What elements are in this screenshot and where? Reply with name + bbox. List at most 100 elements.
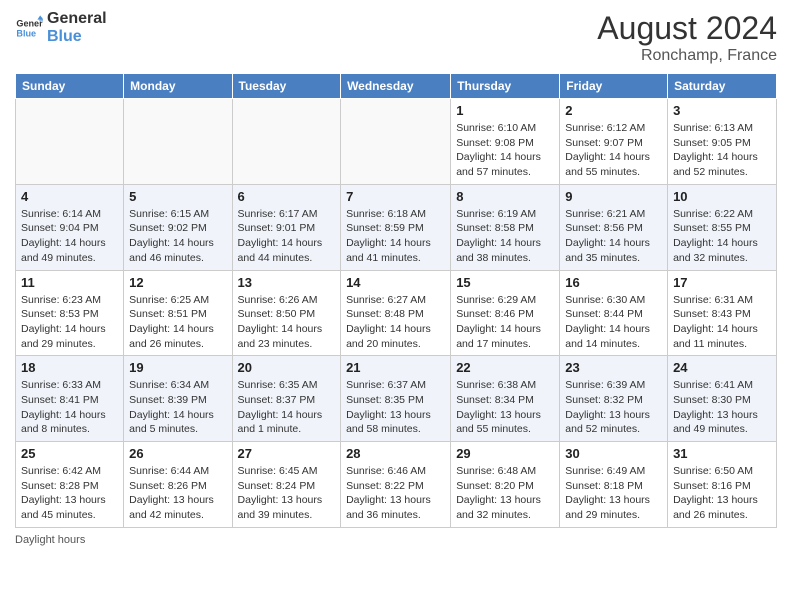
- day-info: Sunrise: 6:41 AMSunset: 8:30 PMDaylight:…: [673, 378, 771, 437]
- calendar-cell: 31 Sunrise: 6:50 AMSunset: 8:16 PMDayligh…: [668, 442, 777, 528]
- calendar-table: SundayMondayTuesdayWednesdayThursdayFrid…: [15, 73, 777, 528]
- calendar-cell: 1 Sunrise: 6:10 AMSunset: 9:08 PMDaylight…: [451, 99, 560, 185]
- day-number: 1: [456, 103, 554, 118]
- svg-text:General: General: [16, 18, 43, 28]
- logo-icon: General Blue: [15, 14, 43, 42]
- day-info: Sunrise: 6:13 AMSunset: 9:05 PMDaylight:…: [673, 121, 771, 180]
- calendar-cell: 21 Sunrise: 6:37 AMSunset: 8:35 PMDayligh…: [341, 356, 451, 442]
- day-info: Sunrise: 6:39 AMSunset: 8:32 PMDaylight:…: [565, 378, 662, 437]
- calendar-cell: 9 Sunrise: 6:21 AMSunset: 8:56 PMDaylight…: [560, 184, 668, 270]
- calendar-cell: 6 Sunrise: 6:17 AMSunset: 9:01 PMDaylight…: [232, 184, 341, 270]
- calendar-cell: [124, 99, 232, 185]
- day-number: 11: [21, 275, 118, 290]
- day-number: 20: [238, 360, 336, 375]
- calendar-cell: 18 Sunrise: 6:33 AMSunset: 8:41 PMDayligh…: [16, 356, 124, 442]
- calendar-week-row: 11 Sunrise: 6:23 AMSunset: 8:53 PMDayligh…: [16, 270, 777, 356]
- day-info: Sunrise: 6:42 AMSunset: 8:28 PMDaylight:…: [21, 464, 118, 523]
- day-number: 13: [238, 275, 336, 290]
- day-info: Sunrise: 6:10 AMSunset: 9:08 PMDaylight:…: [456, 121, 554, 180]
- day-info: Sunrise: 6:18 AMSunset: 8:59 PMDaylight:…: [346, 207, 445, 266]
- day-number: 23: [565, 360, 662, 375]
- calendar-cell: 8Sunrise: 6:19 AMSunset: 8:58 PMDaylight…: [451, 184, 560, 270]
- calendar-week-row: 4 Sunrise: 6:14 AMSunset: 9:04 PMDaylight…: [16, 184, 777, 270]
- day-number: 6: [238, 189, 336, 204]
- calendar-cell: 5 Sunrise: 6:15 AMSunset: 9:02 PMDaylight…: [124, 184, 232, 270]
- day-info: Sunrise: 6:31 AMSunset: 8:43 PMDaylight:…: [673, 293, 771, 352]
- calendar-cell: 17 Sunrise: 6:31 AMSunset: 8:43 PMDayligh…: [668, 270, 777, 356]
- calendar-cell: [16, 99, 124, 185]
- calendar-cell: 29Sunrise: 6:48 AMSunset: 8:20 PMDayligh…: [451, 442, 560, 528]
- day-number: 15: [456, 275, 554, 290]
- day-number: 16: [565, 275, 662, 290]
- day-info: Sunrise: 6:19 AMSunset: 8:58 PMDaylight:…: [456, 207, 554, 266]
- calendar-cell: 28Sunrise: 6:46 AMSunset: 8:22 PMDayligh…: [341, 442, 451, 528]
- day-info: Sunrise: 6:14 AMSunset: 9:04 PMDaylight:…: [21, 207, 118, 266]
- logo-line1: General: [47, 10, 107, 28]
- day-number: 22: [456, 360, 554, 375]
- day-number: 30: [565, 446, 662, 461]
- day-info: Sunrise: 6:17 AMSunset: 9:01 PMDaylight:…: [238, 207, 336, 266]
- calendar-cell: 2Sunrise: 6:12 AMSunset: 9:07 PMDaylight…: [560, 99, 668, 185]
- weekday-header: Sunday: [16, 74, 124, 99]
- month-year: August 2024: [597, 10, 777, 47]
- day-info: Sunrise: 6:27 AMSunset: 8:48 PMDaylight:…: [346, 293, 445, 352]
- weekday-header: Friday: [560, 74, 668, 99]
- day-info: Sunrise: 6:38 AMSunset: 8:34 PMDaylight:…: [456, 378, 554, 437]
- calendar-cell: 13Sunrise: 6:26 AMSunset: 8:50 PMDayligh…: [232, 270, 341, 356]
- day-number: 7: [346, 189, 445, 204]
- day-info: Sunrise: 6:48 AMSunset: 8:20 PMDaylight:…: [456, 464, 554, 523]
- calendar-cell: 7 Sunrise: 6:18 AMSunset: 8:59 PMDaylight…: [341, 184, 451, 270]
- calendar-cell: 27Sunrise: 6:45 AMSunset: 8:24 PMDayligh…: [232, 442, 341, 528]
- calendar-cell: 30 Sunrise: 6:49 AMSunset: 8:18 PMDayligh…: [560, 442, 668, 528]
- day-number: 12: [129, 275, 226, 290]
- weekday-header: Tuesday: [232, 74, 341, 99]
- calendar-cell: 20 Sunrise: 6:35 AMSunset: 8:37 PMDayligh…: [232, 356, 341, 442]
- day-info: Sunrise: 6:12 AMSunset: 9:07 PMDaylight:…: [565, 121, 662, 180]
- calendar-cell: 24Sunrise: 6:41 AMSunset: 8:30 PMDayligh…: [668, 356, 777, 442]
- calendar-week-row: 1 Sunrise: 6:10 AMSunset: 9:08 PMDaylight…: [16, 99, 777, 185]
- day-number: 19: [129, 360, 226, 375]
- day-number: 21: [346, 360, 445, 375]
- weekday-header: Saturday: [668, 74, 777, 99]
- calendar-cell: 23 Sunrise: 6:39 AMSunset: 8:32 PMDayligh…: [560, 356, 668, 442]
- calendar-cell: 14 Sunrise: 6:27 AMSunset: 8:48 PMDayligh…: [341, 270, 451, 356]
- svg-text:Blue: Blue: [16, 28, 36, 38]
- calendar-cell: [341, 99, 451, 185]
- day-info: Sunrise: 6:49 AMSunset: 8:18 PMDaylight:…: [565, 464, 662, 523]
- calendar-week-row: 25 Sunrise: 6:42 AMSunset: 8:28 PMDayligh…: [16, 442, 777, 528]
- day-number: 4: [21, 189, 118, 204]
- calendar-cell: 19 Sunrise: 6:34 AMSunset: 8:39 PMDayligh…: [124, 356, 232, 442]
- day-info: Sunrise: 6:23 AMSunset: 8:53 PMDaylight:…: [21, 293, 118, 352]
- day-number: 5: [129, 189, 226, 204]
- calendar-cell: [232, 99, 341, 185]
- calendar-cell: 11 Sunrise: 6:23 AMSunset: 8:53 PMDayligh…: [16, 270, 124, 356]
- day-info: Sunrise: 6:21 AMSunset: 8:56 PMDaylight:…: [565, 207, 662, 266]
- calendar-cell: 4 Sunrise: 6:14 AMSunset: 9:04 PMDaylight…: [16, 184, 124, 270]
- page-header: General Blue General Blue August 2024 Ro…: [15, 10, 777, 65]
- day-number: 18: [21, 360, 118, 375]
- logo-line2: Blue: [47, 28, 107, 46]
- day-info: Sunrise: 6:29 AMSunset: 8:46 PMDaylight:…: [456, 293, 554, 352]
- calendar-cell: 3 Sunrise: 6:13 AMSunset: 9:05 PMDaylight…: [668, 99, 777, 185]
- day-info: Sunrise: 6:25 AMSunset: 8:51 PMDaylight:…: [129, 293, 226, 352]
- day-number: 31: [673, 446, 771, 461]
- day-number: 10: [673, 189, 771, 204]
- day-info: Sunrise: 6:45 AMSunset: 8:24 PMDaylight:…: [238, 464, 336, 523]
- day-number: 25: [21, 446, 118, 461]
- day-number: 3: [673, 103, 771, 118]
- day-info: Sunrise: 6:33 AMSunset: 8:41 PMDaylight:…: [21, 378, 118, 437]
- day-number: 14: [346, 275, 445, 290]
- day-number: 26: [129, 446, 226, 461]
- day-info: Sunrise: 6:35 AMSunset: 8:37 PMDaylight:…: [238, 378, 336, 437]
- day-info: Sunrise: 6:34 AMSunset: 8:39 PMDaylight:…: [129, 378, 226, 437]
- calendar-cell: 12 Sunrise: 6:25 AMSunset: 8:51 PMDayligh…: [124, 270, 232, 356]
- day-number: 9: [565, 189, 662, 204]
- day-number: 17: [673, 275, 771, 290]
- day-info: Sunrise: 6:44 AMSunset: 8:26 PMDaylight:…: [129, 464, 226, 523]
- day-info: Sunrise: 6:37 AMSunset: 8:35 PMDaylight:…: [346, 378, 445, 437]
- day-info: Sunrise: 6:50 AMSunset: 8:16 PMDaylight:…: [673, 464, 771, 523]
- weekday-header: Thursday: [451, 74, 560, 99]
- calendar-cell: 15 Sunrise: 6:29 AMSunset: 8:46 PMDayligh…: [451, 270, 560, 356]
- day-info: Sunrise: 6:15 AMSunset: 9:02 PMDaylight:…: [129, 207, 226, 266]
- logo: General Blue General Blue: [15, 10, 107, 45]
